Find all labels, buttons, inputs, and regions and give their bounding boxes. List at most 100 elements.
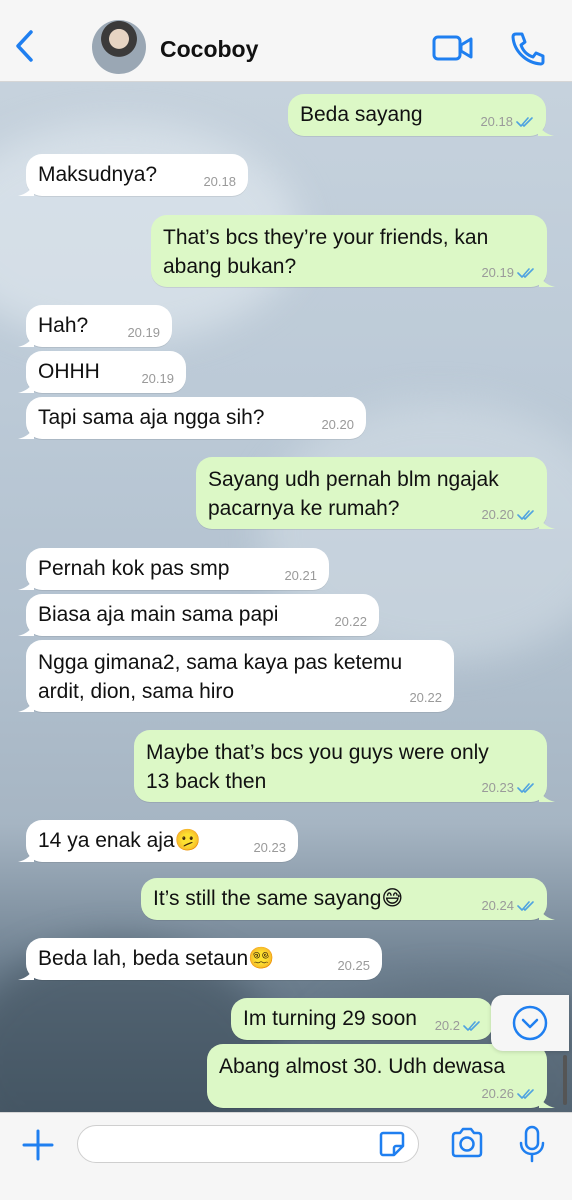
incoming-message-bubble[interactable]: Hah? 20.19 [18, 305, 172, 347]
message-time: 20.20 [481, 507, 514, 522]
read-receipt-icon [463, 1021, 480, 1031]
incoming-message-bubble[interactable]: Pernah kok pas smp 20.21 [18, 548, 329, 590]
bubble-tail [539, 788, 555, 802]
attach-button[interactable] [20, 1127, 56, 1168]
message-text: Tapi sama aja ngga sih? [38, 403, 354, 432]
message-line: Tapi sama aja ngga sih? [38, 406, 265, 429]
incoming-message-bubble[interactable]: 14 ya enak aja🫤 20.23 [18, 820, 298, 862]
outgoing-message-bubble[interactable]: Im turning 29 soon 20.2 [231, 998, 493, 1040]
message-time: 20.18 [203, 174, 236, 189]
message-meta: 20.24 [481, 898, 535, 914]
outgoing-message-bubble[interactable]: Beda sayang 20.18 [288, 94, 554, 136]
message-time: 20.2 [434, 1018, 460, 1033]
message-input[interactable] [77, 1125, 419, 1163]
bubble-tail [539, 1094, 555, 1108]
message-line: It’s still the same sayang😅 [153, 887, 404, 910]
bubble-tail [18, 622, 34, 636]
read-receipt-icon [516, 117, 533, 127]
message-line: Sayang udh pernah blm ngajak [208, 468, 499, 491]
message-text: That’s bcs they’re your friends, kan aban… [163, 223, 535, 281]
contact-avatar[interactable] [92, 20, 146, 74]
read-receipt-icon [517, 268, 534, 278]
outgoing-message-bubble[interactable]: Sayang udh pernah blm ngajak pacarnya ke … [196, 457, 555, 529]
message-text: Biasa aja main sama papi [38, 600, 367, 629]
camera-icon [451, 1127, 483, 1158]
message-meta: 20.19 [141, 371, 174, 387]
bubble-tail [18, 576, 34, 590]
outgoing-message-bubble[interactable]: It’s still the same sayang😅 20.24 [141, 878, 555, 920]
message-meta: 20.2 [435, 1018, 481, 1034]
message-meta: 20.22 [334, 614, 367, 630]
message-time: 20.22 [334, 614, 367, 629]
composer-bar [0, 1112, 572, 1200]
message-time: 20.23 [253, 840, 286, 855]
message-time: 20.19 [141, 371, 174, 386]
message-meta: 20.20 [321, 417, 354, 433]
back-button[interactable] [10, 26, 40, 66]
incoming-message-bubble[interactable]: OHHH 20.19 [18, 351, 186, 393]
phone-icon [511, 32, 545, 66]
bubble-tail [18, 182, 34, 196]
message-text: Maybe that’s bcs you guys were only 13 ba… [146, 738, 535, 796]
message-text: It’s still the same sayang😅 [153, 884, 535, 913]
incoming-message-bubble[interactable]: Tapi sama aja ngga sih? 20.20 [18, 397, 366, 439]
incoming-message-bubble[interactable]: Biasa aja main sama papi 20.22 [18, 594, 379, 636]
message-text: Ngga gimana2, sama kaya pas ketemu ardit,… [38, 648, 442, 706]
message-line: 14 ya enak aja🫤 [38, 829, 201, 852]
message-time: 20.24 [481, 898, 514, 913]
bubble-tail [539, 273, 555, 287]
message-line: That’s bcs they’re your friends, kan [163, 226, 489, 249]
voice-call-button[interactable] [508, 28, 546, 73]
message-meta: 20.18 [480, 114, 534, 130]
message-meta: 20.26 [481, 1086, 535, 1102]
message-time: 20.19 [481, 265, 514, 280]
message-line: Maybe that’s bcs you guys were only [146, 741, 489, 764]
outgoing-message-bubble[interactable]: That’s bcs they’re your friends, kan aban… [151, 215, 555, 287]
message-text: Pernah kok pas smp [38, 554, 317, 583]
message-meta: 20.23 [481, 780, 535, 796]
message-meta: 20.23 [253, 840, 286, 856]
message-line: Abang almost 30. Udh dewasa [219, 1055, 506, 1078]
read-receipt-icon [517, 901, 534, 911]
read-receipt-icon [517, 783, 534, 793]
message-time: 20.22 [409, 690, 442, 705]
voice-message-button[interactable] [518, 1125, 546, 1168]
message-time: 20.25 [337, 958, 370, 973]
bubble-tail [539, 906, 555, 920]
message-text: Abang almost 30. Udh dewasa [219, 1052, 535, 1081]
video-call-icon [432, 35, 473, 61]
message-line: Biasa aja main sama papi [38, 603, 279, 626]
outgoing-message-bubble[interactable]: Maybe that’s bcs you guys were only 13 ba… [134, 730, 555, 802]
sticker-button[interactable] [378, 1130, 406, 1163]
video-call-button[interactable] [432, 28, 474, 73]
incoming-message-bubble[interactable]: Maksudnya? 20.18 [18, 154, 248, 196]
back-chevron-icon [16, 30, 33, 62]
incoming-message-bubble[interactable]: Beda lah, beda setaun😵‍💫 20.25 [18, 938, 382, 980]
message-line: ardit, dion, sama hiro [38, 680, 235, 703]
message-time: 20.18 [480, 114, 513, 129]
read-receipt-icon [517, 1089, 534, 1099]
scrollbar[interactable] [563, 1055, 567, 1105]
bubble-tail [18, 425, 34, 439]
bubble-tail [539, 515, 555, 529]
contact-name[interactable]: Cocoboy [160, 36, 258, 63]
message-time: 20.20 [321, 417, 354, 432]
outgoing-message-bubble[interactable]: Abang almost 30. Udh dewasa 20.26 [207, 1044, 555, 1108]
message-meta: 20.21 [284, 568, 317, 584]
message-text: 14 ya enak aja🫤 [38, 826, 286, 855]
message-time: 20.21 [284, 568, 317, 583]
bubble-tail [18, 848, 34, 862]
message-meta: 20.20 [481, 507, 535, 523]
scroll-to-bottom-button[interactable] [491, 995, 569, 1051]
message-line: Ngga gimana2, sama kaya pas ketemu [38, 651, 403, 674]
read-receipt-icon [517, 510, 534, 520]
message-meta: 20.19 [481, 265, 535, 281]
message-time: 20.23 [481, 780, 514, 795]
bubble-tail [18, 698, 34, 712]
chevron-down-circle-icon [512, 1005, 548, 1041]
message-meta: 20.22 [409, 690, 442, 706]
camera-button[interactable] [449, 1126, 485, 1165]
message-line: abang bukan? [163, 255, 297, 278]
incoming-message-bubble[interactable]: Ngga gimana2, sama kaya pas ketemu ardit,… [18, 640, 454, 712]
message-meta: 20.25 [337, 958, 370, 974]
